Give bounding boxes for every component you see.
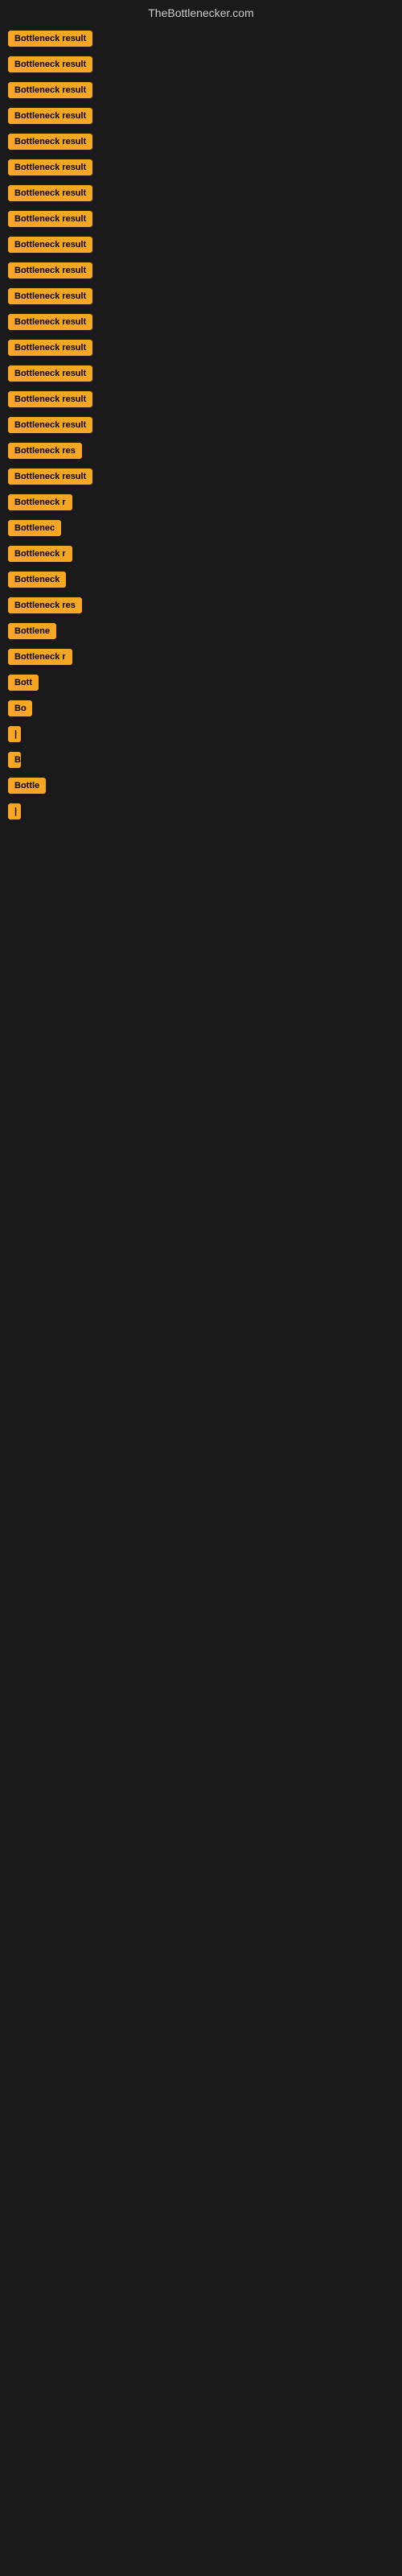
list-item: Bottleneck result <box>8 211 394 227</box>
bottleneck-badge[interactable]: | <box>8 726 21 742</box>
list-item: Bottleneck result <box>8 365 394 382</box>
bottleneck-badge[interactable]: B <box>8 752 21 768</box>
list-item: Bottleneck result <box>8 262 394 279</box>
bottleneck-badge[interactable]: Bottleneck r <box>8 494 72 510</box>
bottleneck-list: Bottleneck result Bottleneck result Bottle… <box>0 26 402 824</box>
bottleneck-badge[interactable]: Bottleneck result <box>8 108 92 124</box>
list-item: | <box>8 726 394 742</box>
list-item: Bo <box>8 700 394 716</box>
bottleneck-badge[interactable]: Bottleneck result <box>8 340 92 356</box>
bottleneck-badge[interactable]: | <box>8 803 21 819</box>
bottleneck-badge[interactable]: Bottleneck result <box>8 391 92 407</box>
list-item: Bottleneck result <box>8 134 394 150</box>
bottleneck-badge[interactable]: Bottleneck res <box>8 597 82 613</box>
bottleneck-badge[interactable]: Bottlenec <box>8 520 61 536</box>
bottleneck-badge[interactable]: Bottleneck result <box>8 159 92 175</box>
list-item: Bottle <box>8 778 394 794</box>
bottleneck-badge[interactable]: Bo <box>8 700 32 716</box>
bottleneck-badge[interactable]: Bottleneck result <box>8 288 92 304</box>
list-item: Bottleneck result <box>8 314 394 330</box>
list-item: Bottlene <box>8 623 394 639</box>
list-item: Bottleneck r <box>8 649 394 665</box>
list-item: Bottleneck <box>8 572 394 588</box>
list-item: Bottleneck result <box>8 417 394 433</box>
list-item: Bottleneck result <box>8 185 394 201</box>
list-item: Bottleneck result <box>8 288 394 304</box>
bottleneck-badge[interactable]: Bottleneck result <box>8 417 92 433</box>
list-item: Bottleneck result <box>8 82 394 98</box>
list-item: Bottlenec <box>8 520 394 536</box>
bottleneck-badge[interactable]: Bottlene <box>8 623 56 639</box>
bottleneck-badge[interactable]: Bottleneck result <box>8 262 92 279</box>
bottleneck-badge[interactable]: Bottleneck result <box>8 31 92 47</box>
bottleneck-badge[interactable]: Bottleneck result <box>8 56 92 72</box>
bottleneck-badge[interactable]: Bottleneck result <box>8 82 92 98</box>
bottleneck-badge[interactable]: Bottleneck r <box>8 649 72 665</box>
list-item: Bottleneck result <box>8 108 394 124</box>
list-item: Bottleneck r <box>8 494 394 510</box>
list-item: Bottleneck result <box>8 31 394 47</box>
bottleneck-badge[interactable]: Bottleneck <box>8 572 66 588</box>
list-item: Bottleneck result <box>8 469 394 485</box>
bottleneck-badge[interactable]: Bottleneck res <box>8 443 82 459</box>
list-item: Bottleneck result <box>8 391 394 407</box>
bottleneck-badge[interactable]: Bottleneck r <box>8 546 72 562</box>
list-item: Bottleneck result <box>8 340 394 356</box>
list-item: Bottleneck res <box>8 443 394 459</box>
list-item: Bott <box>8 675 394 691</box>
bottleneck-badge[interactable]: Bottleneck result <box>8 211 92 227</box>
bottleneck-badge[interactable]: Bott <box>8 675 39 691</box>
site-title-text: TheBottlenecker.com <box>148 6 254 19</box>
bottleneck-badge[interactable]: Bottleneck result <box>8 365 92 382</box>
bottleneck-badge[interactable]: Bottleneck result <box>8 185 92 201</box>
bottleneck-badge[interactable]: Bottleneck result <box>8 469 92 485</box>
bottleneck-badge[interactable]: Bottle <box>8 778 46 794</box>
list-item: Bottleneck result <box>8 159 394 175</box>
bottleneck-badge[interactable]: Bottleneck result <box>8 134 92 150</box>
list-item: | <box>8 803 394 819</box>
bottleneck-badge[interactable]: Bottleneck result <box>8 237 92 253</box>
list-item: Bottleneck res <box>8 597 394 613</box>
list-item: Bottleneck result <box>8 237 394 253</box>
list-item: Bottleneck result <box>8 56 394 72</box>
bottleneck-badge[interactable]: Bottleneck result <box>8 314 92 330</box>
list-item: B <box>8 752 394 768</box>
site-title: TheBottlenecker.com <box>0 0 402 26</box>
list-item: Bottleneck r <box>8 546 394 562</box>
